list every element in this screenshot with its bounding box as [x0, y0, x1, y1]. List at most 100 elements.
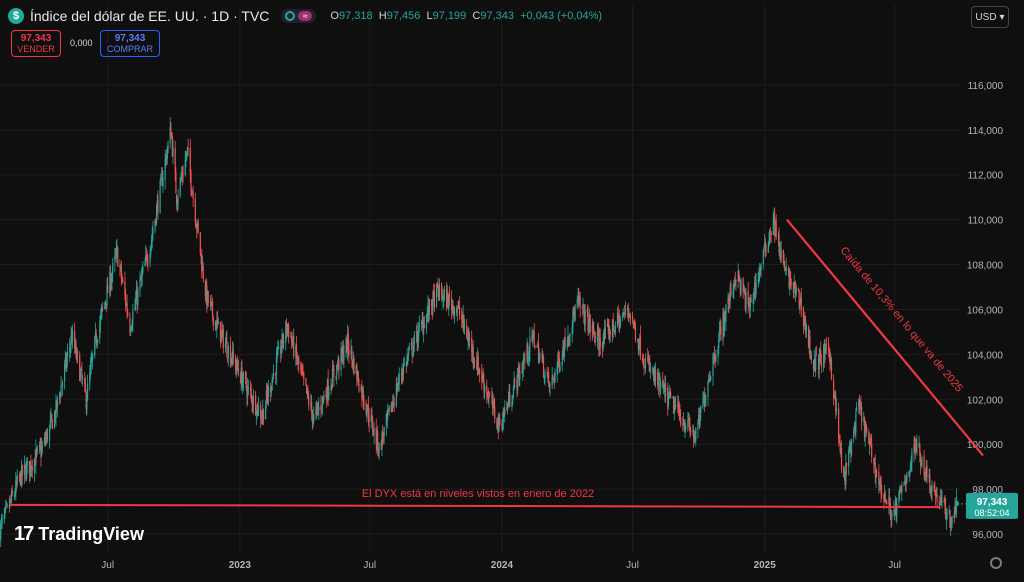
candle-body [86, 399, 88, 410]
candle-body [61, 381, 64, 387]
candle-body [549, 384, 551, 388]
candle-body [710, 376, 712, 378]
candle-body [194, 198, 196, 223]
candle-body [372, 418, 374, 432]
candle-body [479, 368, 481, 374]
candle-body [303, 372, 305, 379]
candle-body [599, 337, 601, 346]
candle-body [16, 476, 18, 485]
chevron-down-icon: ▾ [999, 11, 1005, 23]
market-status-pill[interactable]: ≈ [281, 9, 317, 23]
candle-body [187, 148, 189, 150]
candle-body [552, 375, 554, 379]
buy-button[interactable]: 97,343 COMPRAR [100, 30, 160, 57]
candle-body [338, 359, 340, 370]
candle-body [835, 408, 838, 413]
candle-body [931, 484, 933, 492]
candle-body [856, 407, 858, 411]
candle-body [418, 324, 420, 328]
candle-body [644, 358, 647, 368]
candle-body [474, 360, 476, 362]
candle-body [554, 371, 556, 381]
candle-body [639, 335, 642, 357]
candle-body [202, 265, 204, 280]
candle-body [519, 371, 521, 380]
candle-body [634, 326, 637, 340]
candle-body [117, 247, 119, 267]
candle-body [197, 222, 199, 232]
y-tick-label: 112,000 [968, 171, 1004, 182]
candle-body [695, 428, 697, 441]
gear-icon[interactable] [990, 557, 1002, 569]
candle-body [127, 313, 129, 316]
candle-body [66, 352, 69, 358]
candle-body [368, 417, 370, 423]
candle-body [584, 310, 586, 325]
candle-body [351, 348, 353, 358]
candle-body [452, 304, 454, 306]
candle-body [398, 373, 400, 384]
candle-body [137, 289, 139, 305]
currency-selector[interactable]: USD ▾ [971, 6, 1009, 28]
candle-body [86, 383, 89, 401]
candle-body [262, 408, 265, 420]
candle-body [705, 397, 707, 399]
symbol-title[interactable]: Índice del dólar de EE. UU. · 1D · TVC [30, 8, 269, 24]
candle-body [207, 291, 209, 303]
candle-body [102, 307, 104, 309]
candle-body [855, 412, 857, 432]
candle-body [845, 462, 848, 466]
candle-body [850, 439, 853, 456]
candle-body [157, 199, 159, 212]
candle-body [456, 309, 458, 313]
sell-button[interactable]: 97,343 VENDER [11, 30, 61, 57]
candle-body [277, 346, 280, 349]
candle-body [428, 299, 430, 315]
candle-body [407, 351, 410, 355]
sell-label: VENDER [17, 44, 55, 54]
candle-body [735, 279, 737, 283]
candle-body [11, 490, 13, 495]
candle-body [574, 307, 576, 320]
candle-body [453, 309, 456, 316]
candle-body [901, 484, 903, 492]
candle-body [333, 369, 335, 378]
candle-body [720, 326, 722, 340]
candle-body [227, 346, 229, 358]
x-tick-label: Jul [101, 560, 114, 571]
candle-body [830, 359, 833, 380]
candle-body [614, 325, 616, 334]
candle-body [881, 494, 883, 496]
chart-header: $ Índice del dólar de EE. UU. · 1D · TVC… [8, 6, 602, 26]
y-tick-label: 114,000 [968, 126, 1004, 137]
support-line [9, 503, 941, 509]
tradingview-logo[interactable]: 17 TradingView [14, 523, 144, 546]
candle-body [680, 417, 682, 425]
candle-body [76, 351, 79, 354]
candle-body [848, 450, 850, 467]
trend-line-label: Caída de 10,3% en lo que va de 2025 [838, 245, 965, 395]
candle-body [41, 445, 43, 449]
x-tick-label: Jul [888, 560, 901, 571]
candle-body [524, 359, 526, 361]
candle-body [60, 385, 62, 398]
x-tick-label: 2025 [754, 560, 777, 571]
candle-body [331, 368, 334, 389]
price-chart[interactable]: 96,00098,000100,000102,000104,000106,000… [0, 0, 1024, 582]
candle-body [884, 494, 886, 499]
candle-body [665, 385, 667, 396]
candle-body [31, 466, 33, 471]
candle-body [594, 336, 596, 342]
candle-body [172, 148, 174, 158]
wave-icon: ≈ [298, 11, 313, 21]
candle-body [810, 353, 812, 360]
candle-body [232, 351, 234, 359]
candle-body [26, 460, 28, 466]
candle-body [175, 171, 177, 194]
candle-body [81, 378, 84, 380]
candle-body [318, 406, 320, 411]
candle-body [815, 353, 817, 355]
last-price-label: 97,343 [977, 497, 1008, 508]
y-tick-label: 104,000 [967, 350, 1004, 361]
y-tick-label: 96,000 [972, 530, 1003, 541]
